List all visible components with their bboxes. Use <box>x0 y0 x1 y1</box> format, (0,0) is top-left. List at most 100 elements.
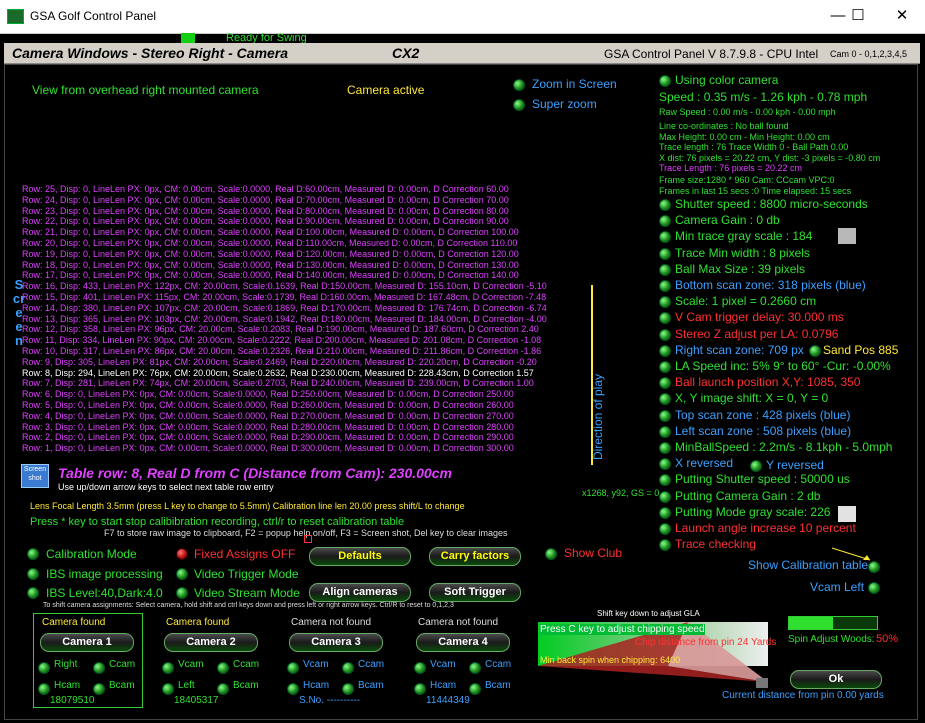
calibration-row[interactable]: Row: 7, Disp: 281, LineLen PX: 74px, CM:… <box>22 378 547 389</box>
camera-option-led[interactable] <box>469 683 481 695</box>
calibration-row[interactable]: Row: 5, Disp: 0, LineLen PX: 0px, CM: 0.… <box>22 400 547 411</box>
calibration-row[interactable]: Row: 24, Disp: 0, LineLen PX: 0px, CM: 0… <box>22 195 547 206</box>
camera-option-bcam[interactable]: Bcam <box>485 680 511 691</box>
camera-option-led[interactable] <box>414 683 426 695</box>
camera-option-led[interactable] <box>342 683 354 695</box>
ibs-image-led[interactable] <box>27 568 39 580</box>
camera-option-ccam[interactable]: Ccam <box>109 659 135 670</box>
setting-led[interactable] <box>659 344 671 357</box>
ibs-level-led[interactable] <box>27 587 39 599</box>
camera-option-led[interactable] <box>287 662 299 674</box>
ok-button[interactable]: Ok <box>790 670 882 689</box>
calibration-row[interactable]: Row: 3, Disp: 0, LineLen PX: 0px, CM: 0.… <box>22 422 547 433</box>
video-stream-led[interactable] <box>176 587 188 599</box>
show-club-led[interactable] <box>545 548 557 560</box>
setting-led[interactable] <box>659 247 671 260</box>
calibration-row[interactable]: Row: 17, Disp: 0, LineLen PX: 0px, CM: 0… <box>22 270 547 281</box>
soft-trigger-button[interactable]: Soft Trigger <box>429 583 521 602</box>
camera-option-ccam[interactable]: Ccam <box>358 659 384 670</box>
setting-led[interactable] <box>659 490 671 503</box>
video-trigger-led[interactable] <box>176 568 188 580</box>
vcam-left-option[interactable]: Vcam Left <box>810 580 864 594</box>
camera-option-led[interactable] <box>342 662 354 674</box>
camera-option-bcam[interactable]: Bcam <box>233 680 259 691</box>
camera-option-vcam[interactable]: Vcam <box>178 659 204 670</box>
camera-option-led[interactable] <box>38 683 50 695</box>
close-button[interactable]: ✕ <box>882 5 922 27</box>
setting-led[interactable] <box>659 506 671 519</box>
camera-option-led[interactable] <box>414 662 426 674</box>
fixed-assigns-option[interactable]: Fixed Assigns OFF <box>194 547 295 561</box>
camera-option-hcam[interactable]: Hcam <box>54 680 80 691</box>
camera-option-vcam[interactable]: Vcam <box>430 659 456 670</box>
calibration-row[interactable]: Row: 16, Disp: 433, LineLen PX: 122px, C… <box>22 281 547 292</box>
camera-option-led[interactable] <box>38 662 50 674</box>
camera-option-hcam[interactable]: Hcam <box>303 680 329 691</box>
fixed-assigns-led[interactable] <box>176 548 188 560</box>
calibration-mode-led[interactable] <box>27 548 39 560</box>
show-calibration-option[interactable]: Show Calibration table <box>748 558 868 572</box>
camera-option-led[interactable] <box>287 683 299 695</box>
gray-swatch-min-trace[interactable] <box>838 228 856 244</box>
calibration-row[interactable]: Row: 11, Disp: 334, LineLen PX: 90px, CM… <box>22 335 547 346</box>
video-stream-option[interactable]: Video Stream Mode <box>194 586 300 600</box>
camera-option-bcam[interactable]: Bcam <box>109 680 135 691</box>
camera-option-led[interactable] <box>162 683 174 695</box>
super-zoom-led[interactable] <box>513 99 525 111</box>
camera-option-ccam[interactable]: Ccam <box>233 659 259 670</box>
calibration-row[interactable]: Row: 12, Disp: 358, LineLen PX: 96px, CM… <box>22 324 547 335</box>
camera-select-button[interactable]: Camera 3 <box>289 633 383 652</box>
setting-led[interactable] <box>659 409 671 422</box>
camera-option-bcam[interactable]: Bcam <box>358 680 384 691</box>
super-zoom-option[interactable]: Super zoom <box>532 97 597 111</box>
calibration-row[interactable]: Row: 18, Disp: 0, LineLen PX: 0px, CM: 0… <box>22 260 547 271</box>
show-calibration-led[interactable] <box>868 561 880 573</box>
calibration-row[interactable]: Row: 9, Disp: 305, LineLen PX: 81px, CM:… <box>22 357 547 368</box>
calibration-row[interactable]: Row: 14, Disp: 380, LineLen PX: 107px, C… <box>22 303 547 314</box>
calibration-row[interactable]: Row: 19, Disp: 0, LineLen PX: 0px, CM: 0… <box>22 249 547 260</box>
calibration-row[interactable]: Row: 15, Disp: 401, LineLen PX: 115px, C… <box>22 292 547 303</box>
gray-swatch-putting[interactable] <box>838 506 856 522</box>
ibs-image-option[interactable]: IBS image processing <box>46 567 163 581</box>
screenshot-button[interactable]: Screen shot <box>21 464 49 488</box>
zoom-in-led[interactable] <box>513 79 525 91</box>
calibration-row[interactable]: Row: 8, Disp: 294, LineLen PX: 76px, CM:… <box>22 368 547 379</box>
calibration-row[interactable]: Row: 2, Disp: 0, LineLen PX: 0px, CM: 0.… <box>22 432 547 443</box>
camera-option-left[interactable]: Left <box>178 680 195 691</box>
setting-led[interactable] <box>659 280 671 292</box>
camera-select-button[interactable]: Camera 2 <box>164 633 258 652</box>
sand-pos-led[interactable] <box>809 345 821 357</box>
calibration-row[interactable]: Row: 6, Disp: 0, LineLen PX: 0px, CM: 0.… <box>22 389 547 400</box>
show-club-option[interactable]: Show Club <box>564 546 622 560</box>
calibration-row[interactable]: Row: 21, Disp: 0, LineLen PX: 0px, CM: 0… <box>22 227 547 238</box>
calibration-row[interactable]: Row: 4, Disp: 0, LineLen PX: 0px, CM: 0.… <box>22 411 547 422</box>
ibs-level-option[interactable]: IBS Level:40,Dark:4.0 <box>46 586 163 600</box>
camera-option-led[interactable] <box>162 662 174 674</box>
spin-adjust-slider[interactable] <box>788 616 878 630</box>
setting-led[interactable] <box>659 425 671 438</box>
camera-select-button[interactable]: Camera 1 <box>40 633 134 652</box>
camera-option-right[interactable]: Right <box>54 659 77 670</box>
calibration-row[interactable]: Row: 10, Disp: 317, LineLen PX: 86px, CM… <box>22 346 547 357</box>
defaults-button[interactable]: Defaults <box>309 547 411 566</box>
camera-option-hcam[interactable]: Hcam <box>430 680 456 691</box>
calibration-row[interactable]: Row: 20, Disp: 0, LineLen PX: 0px, CM: 0… <box>22 238 547 249</box>
video-trigger-option[interactable]: Video Trigger Mode <box>194 567 299 581</box>
align-cameras-button[interactable]: Align cameras <box>309 583 411 602</box>
camera-option-led[interactable] <box>469 662 481 674</box>
zoom-in-option[interactable]: Zoom in Screen <box>532 77 617 91</box>
setting-led[interactable] <box>659 523 671 535</box>
setting-led[interactable] <box>659 263 671 276</box>
calibration-row[interactable]: Row: 22, Disp: 0, LineLen PX: 0px, CM: 0… <box>22 216 547 227</box>
camera-select-button[interactable]: Camera 4 <box>416 633 510 652</box>
y-reversed-option[interactable]: Y reversed <box>766 458 824 472</box>
color-camera-led[interactable] <box>659 75 671 87</box>
setting-led[interactable] <box>659 199 671 211</box>
calibration-mode-option[interactable]: Calibration Mode <box>46 547 137 561</box>
calibration-row[interactable]: Row: 25, Disp: 0, LineLen PX: 0px, CM: 0… <box>22 184 547 195</box>
y-reversed-led[interactable] <box>750 460 762 472</box>
camera-option-led[interactable] <box>93 683 105 695</box>
camera-option-led[interactable] <box>217 683 229 695</box>
carry-factors-button[interactable]: Carry factors <box>429 547 521 566</box>
camera-option-led[interactable] <box>93 662 105 674</box>
